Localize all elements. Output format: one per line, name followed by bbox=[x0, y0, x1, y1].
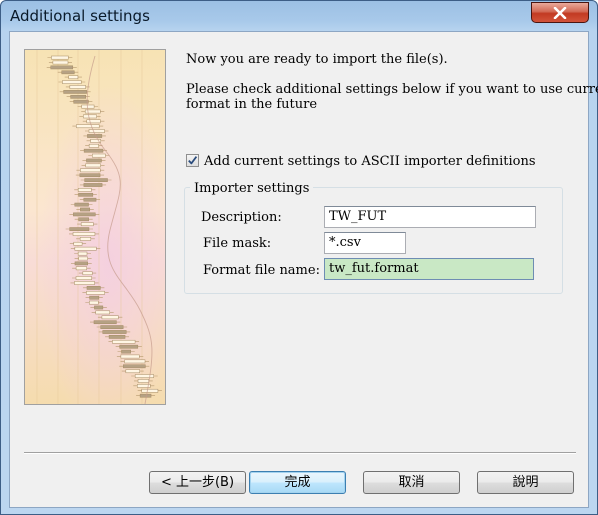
decorative-candle bbox=[83, 197, 97, 202]
decorative-candle bbox=[94, 305, 104, 310]
intro-ready-text: Now you are ready to import the file(s). bbox=[186, 52, 448, 67]
decorative-candle bbox=[69, 227, 90, 231]
add-definitions-checkbox[interactable] bbox=[186, 154, 199, 167]
decorative-candle bbox=[85, 163, 101, 168]
decorative-candle bbox=[79, 173, 101, 178]
finish-button[interactable]: 完成 bbox=[249, 471, 346, 494]
decorative-candle bbox=[63, 90, 87, 94]
file-mask-input[interactable]: *.csv bbox=[324, 232, 406, 254]
decorative-candle bbox=[88, 143, 99, 148]
decorative-candle bbox=[83, 183, 103, 187]
importer-settings-title: Importer settings bbox=[190, 181, 314, 196]
close-icon bbox=[553, 7, 567, 19]
decorative-candle bbox=[89, 300, 99, 305]
decorative-candle bbox=[83, 148, 104, 153]
decorative-candle bbox=[124, 359, 146, 364]
decorative-candle bbox=[108, 335, 126, 339]
decorative-candle bbox=[80, 222, 94, 227]
decorative-candle bbox=[70, 94, 86, 99]
decorative-candle bbox=[86, 286, 101, 290]
cancel-button[interactable]: 取消 bbox=[363, 471, 460, 494]
checkmark-icon bbox=[188, 156, 198, 165]
decorative-candle bbox=[86, 158, 102, 163]
decorative-candle bbox=[87, 134, 103, 138]
help-button[interactable]: 說明 bbox=[477, 471, 574, 494]
description-input[interactable]: TW_FUT bbox=[324, 206, 536, 228]
decorative-candle bbox=[68, 75, 79, 80]
decorative-candle bbox=[82, 271, 93, 276]
decorative-candle bbox=[84, 178, 108, 182]
decorative-candle bbox=[122, 364, 146, 369]
add-definitions-label[interactable]: Add current settings to ASCII importer d… bbox=[204, 154, 536, 169]
wizard-side-image bbox=[24, 49, 166, 405]
decorative-candle bbox=[102, 330, 127, 334]
decorative-candle bbox=[69, 85, 86, 89]
format-file-label: Format file name: bbox=[203, 263, 320, 278]
decorative-candle bbox=[141, 388, 159, 393]
decorative-candle bbox=[101, 315, 119, 320]
decorative-candle bbox=[52, 60, 69, 65]
decorative-candle bbox=[139, 393, 152, 398]
decorative-candle bbox=[75, 266, 87, 271]
decorative-candle bbox=[112, 339, 136, 344]
close-button[interactable] bbox=[531, 2, 589, 23]
dialog-client-area: Now you are ready to import the file(s).… bbox=[9, 31, 598, 508]
decorative-candle bbox=[72, 232, 96, 236]
button-separator bbox=[24, 452, 576, 454]
window-title: Additional settings bbox=[10, 7, 150, 25]
decorative-candle bbox=[80, 207, 91, 212]
intro-check-text-line2: format in the future bbox=[186, 97, 318, 112]
decorative-candle bbox=[119, 344, 139, 349]
decorative-candle bbox=[74, 281, 95, 285]
format-file-input[interactable]: tw_fut.format bbox=[324, 258, 534, 280]
decorative-candle bbox=[92, 153, 106, 158]
decorative-candle bbox=[73, 241, 83, 246]
decorative-candle bbox=[80, 168, 101, 173]
decorative-candle bbox=[73, 99, 89, 104]
decorative-candle bbox=[77, 251, 88, 256]
decorative-candle bbox=[86, 119, 101, 124]
decorative-candle bbox=[76, 124, 100, 129]
decorative-candle bbox=[86, 290, 105, 295]
decorative-candle bbox=[62, 80, 82, 84]
decorative-candle bbox=[120, 354, 140, 359]
description-label: Description: bbox=[201, 210, 282, 225]
decorative-candle bbox=[75, 276, 92, 280]
decorative-candle bbox=[93, 320, 117, 325]
title-bar[interactable]: Additional settings bbox=[1, 1, 597, 31]
dialog-window: Additional settings Now you are ready to… bbox=[0, 0, 598, 515]
decorative-candle bbox=[50, 65, 74, 70]
decorative-candle bbox=[78, 192, 94, 197]
decorative-candle bbox=[125, 369, 140, 374]
decorative-candle bbox=[134, 374, 154, 378]
decorative-candle bbox=[78, 217, 89, 222]
decorative-candle bbox=[74, 261, 88, 266]
decorative-candle bbox=[77, 188, 92, 192]
decorative-candle bbox=[121, 349, 131, 354]
decorative-candle bbox=[88, 129, 105, 133]
decorative-candle bbox=[95, 310, 110, 315]
decorative-candle bbox=[137, 379, 149, 383]
decorative-candle bbox=[51, 55, 69, 60]
decorative-candle bbox=[78, 256, 88, 261]
decorative-candle bbox=[61, 70, 75, 75]
intro-check-text-line1: Please check additional settings below i… bbox=[186, 82, 598, 97]
decorative-candle bbox=[74, 202, 89, 207]
decorative-candle bbox=[83, 114, 97, 119]
decorative-candle bbox=[100, 325, 124, 329]
decorative-candle bbox=[89, 295, 100, 300]
decorative-candle bbox=[79, 237, 92, 241]
file-mask-label: File mask: bbox=[203, 236, 272, 251]
decorative-candle bbox=[74, 246, 97, 251]
back-button[interactable]: < 上一步(B) bbox=[149, 471, 246, 494]
decorative-candle bbox=[73, 212, 96, 217]
